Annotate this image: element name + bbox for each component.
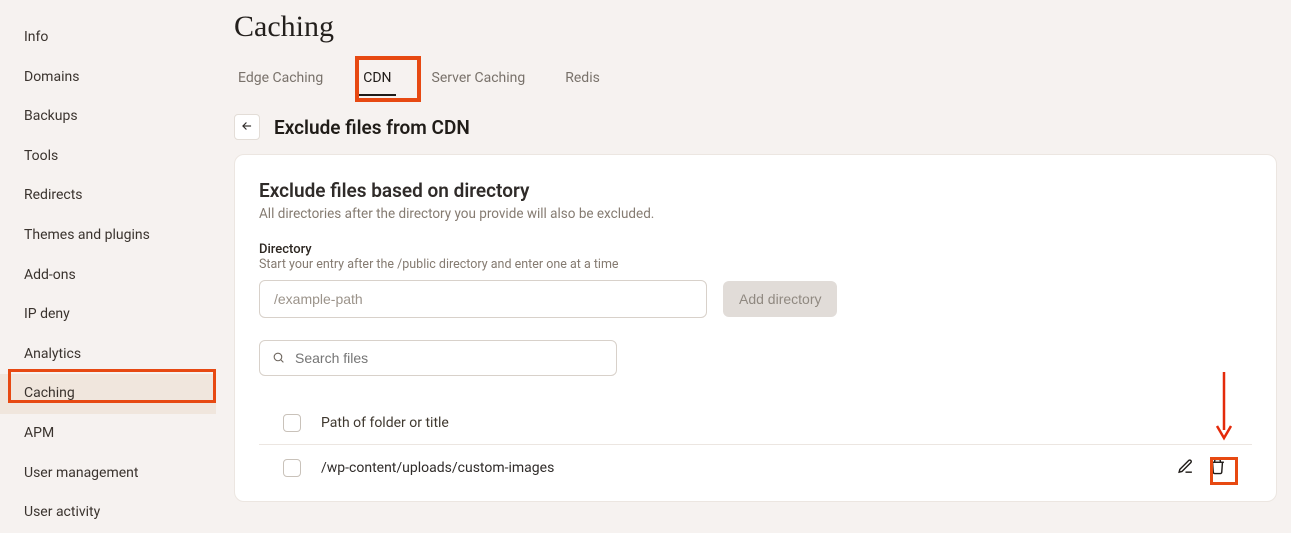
sidebar-item-domains[interactable]: Domains xyxy=(0,58,216,98)
row-checkbox[interactable] xyxy=(283,459,301,477)
sidebar-item-apm[interactable]: APM xyxy=(0,414,216,454)
back-button[interactable] xyxy=(234,114,260,140)
delete-button[interactable] xyxy=(1206,457,1228,479)
page-title: Caching xyxy=(234,10,1277,44)
trash-icon xyxy=(1209,458,1226,479)
sidebar-item-backups[interactable]: Backups xyxy=(0,97,216,137)
search-icon xyxy=(272,349,285,368)
sidebar-item-ip-deny[interactable]: IP deny xyxy=(0,295,216,335)
select-all-checkbox[interactable] xyxy=(283,414,301,432)
directory-hint: Start your entry after the /public direc… xyxy=(259,257,1252,272)
search-input[interactable] xyxy=(295,350,604,366)
arrow-left-icon xyxy=(240,118,254,137)
sub-heading: Exclude files from CDN xyxy=(274,116,470,139)
tab-cdn[interactable]: CDN xyxy=(359,62,395,96)
list-row: /wp-content/uploads/custom-images xyxy=(259,445,1252,491)
directory-label: Directory xyxy=(259,242,1252,257)
sidebar: Info Domains Backups Tools Redirects The… xyxy=(0,0,216,520)
subheader-row: Exclude files from CDN xyxy=(234,114,1277,140)
row-path: /wp-content/uploads/custom-images xyxy=(321,460,554,476)
tab-edge-caching[interactable]: Edge Caching xyxy=(234,62,327,96)
tab-redis[interactable]: Redis xyxy=(561,62,604,96)
list-header: Path of folder or title xyxy=(259,402,1252,445)
sidebar-item-redirects[interactable]: Redirects xyxy=(0,176,216,216)
search-container xyxy=(259,340,617,376)
tabs: Edge Caching CDN Server Caching Redis xyxy=(234,62,1277,96)
list-header-label: Path of folder or title xyxy=(321,415,449,431)
edit-button[interactable] xyxy=(1174,457,1196,479)
sidebar-item-themes-plugins[interactable]: Themes and plugins xyxy=(0,216,216,256)
pencil-icon xyxy=(1177,458,1194,479)
sidebar-item-caching[interactable]: Caching xyxy=(0,374,216,414)
exclude-panel: Exclude files based on directory All dir… xyxy=(234,154,1277,502)
sidebar-item-user-activity[interactable]: User activity xyxy=(0,493,216,533)
sidebar-item-user-management[interactable]: User management xyxy=(0,454,216,494)
add-directory-button[interactable]: Add directory xyxy=(723,281,837,317)
main-content: Caching Edge Caching CDN Server Caching … xyxy=(216,0,1291,520)
panel-description: All directories after the directory you … xyxy=(259,206,1252,222)
tab-server-caching[interactable]: Server Caching xyxy=(428,62,530,96)
sidebar-item-add-ons[interactable]: Add-ons xyxy=(0,256,216,296)
directory-input[interactable] xyxy=(259,280,707,318)
sidebar-item-info[interactable]: Info xyxy=(0,18,216,58)
panel-heading: Exclude files based on directory xyxy=(259,179,1252,202)
annotation-arrow xyxy=(1214,372,1234,446)
sidebar-item-tools[interactable]: Tools xyxy=(0,137,216,177)
sidebar-item-analytics[interactable]: Analytics xyxy=(0,335,216,375)
